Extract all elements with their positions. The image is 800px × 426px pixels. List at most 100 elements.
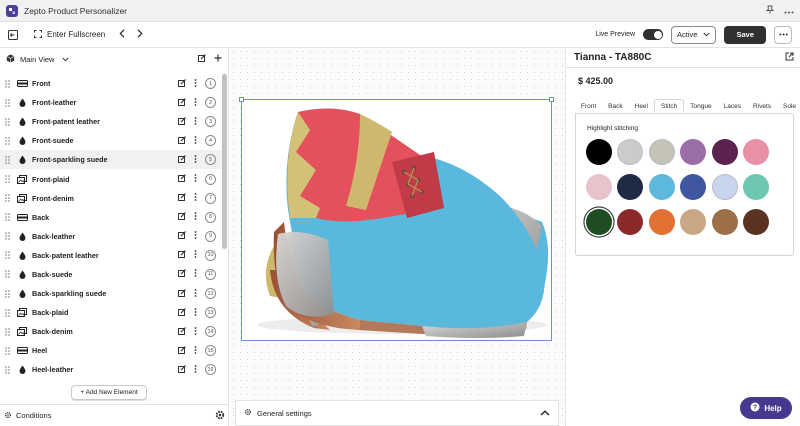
color-swatch[interactable] <box>711 139 738 165</box>
window-more-icon[interactable] <box>784 6 794 16</box>
undo-chevron-left-icon[interactable] <box>119 29 125 40</box>
tab-rivets[interactable]: Rivets <box>747 99 777 113</box>
color-swatch[interactable] <box>742 174 769 200</box>
exit-icon[interactable] <box>8 29 18 40</box>
help-button[interactable]: ? Help <box>740 397 792 419</box>
layer-row[interactable]: Back-patent leather 10 <box>0 246 222 265</box>
drag-handle-icon[interactable] <box>3 327 11 336</box>
more-vertical-icon[interactable] <box>194 212 197 222</box>
more-vertical-icon[interactable] <box>194 307 197 318</box>
drag-handle-icon[interactable] <box>3 194 11 202</box>
general-settings-bar[interactable]: General settings <box>235 400 559 426</box>
edit-icon[interactable] <box>178 212 186 222</box>
layer-row[interactable]: Front-leather 2 <box>0 93 222 112</box>
drag-handle-icon[interactable] <box>3 98 11 107</box>
color-swatch[interactable] <box>680 209 707 235</box>
drag-handle-icon[interactable] <box>3 156 11 164</box>
color-swatch[interactable] <box>617 139 644 165</box>
color-swatch[interactable] <box>617 209 644 235</box>
color-swatch[interactable] <box>742 139 769 165</box>
edit-icon[interactable] <box>178 78 186 89</box>
tab-laces[interactable]: Laces <box>718 99 747 113</box>
edit-icon[interactable] <box>178 154 186 165</box>
layer-row[interactable]: Back-denim 14 <box>0 322 222 341</box>
more-vertical-icon[interactable] <box>194 174 197 184</box>
more-vertical-icon[interactable] <box>194 250 197 260</box>
edit-icon[interactable] <box>178 193 186 203</box>
settings-gear-icon[interactable] <box>215 410 225 422</box>
layer-row[interactable]: Back-leather 9 <box>0 227 222 246</box>
more-vertical-icon[interactable] <box>194 288 197 299</box>
conditions-label[interactable]: Conditions <box>16 411 51 420</box>
tab-heel[interactable]: Heel <box>629 99 654 113</box>
drag-handle-icon[interactable] <box>3 175 11 183</box>
view-selector[interactable]: Main View <box>0 48 228 70</box>
color-swatch[interactable] <box>648 174 675 200</box>
color-swatch[interactable] <box>648 139 675 165</box>
color-swatch[interactable] <box>648 209 675 235</box>
edit-icon[interactable] <box>178 250 186 260</box>
color-swatch[interactable] <box>586 139 612 165</box>
drag-handle-icon[interactable] <box>3 251 11 260</box>
drag-handle-icon[interactable] <box>3 232 11 241</box>
resize-handle[interactable] <box>549 97 554 102</box>
layer-row[interactable]: Back-plaid 13 <box>0 303 222 322</box>
layer-row[interactable]: Front 1 <box>0 74 222 93</box>
redo-chevron-right-icon[interactable] <box>137 29 143 40</box>
tab-back[interactable]: Back <box>602 99 628 113</box>
layer-row[interactable]: Back-suede 11 <box>0 265 222 284</box>
drag-handle-icon[interactable] <box>3 79 11 88</box>
edit-icon[interactable] <box>178 269 186 279</box>
color-swatch[interactable] <box>711 174 738 200</box>
drag-handle-icon[interactable] <box>3 213 11 222</box>
edit-icon[interactable] <box>178 116 186 127</box>
drag-handle-icon[interactable] <box>3 366 11 374</box>
color-swatch[interactable] <box>680 139 707 165</box>
more-actions-button[interactable] <box>774 25 792 44</box>
status-select[interactable]: Active <box>671 25 717 44</box>
live-preview-toggle[interactable] <box>643 29 664 40</box>
more-vertical-icon[interactable] <box>194 326 197 337</box>
more-vertical-icon[interactable] <box>194 135 197 146</box>
more-vertical-icon[interactable] <box>194 116 197 127</box>
layer-row[interactable]: Heel 15 <box>0 341 222 360</box>
enter-fullscreen-button[interactable]: Enter Fullscreen <box>34 29 105 40</box>
tab-stitch[interactable]: Stitch <box>654 99 685 113</box>
more-vertical-icon[interactable] <box>194 193 197 203</box>
more-vertical-icon[interactable] <box>194 78 197 89</box>
layer-list-scrollbar[interactable] <box>222 74 227 249</box>
more-vertical-icon[interactable] <box>194 231 197 241</box>
edit-icon[interactable] <box>178 97 186 108</box>
layer-row[interactable]: Heel-leather 16 <box>0 360 222 379</box>
resize-handle[interactable] <box>239 97 244 102</box>
tab-tongue[interactable]: Tongue <box>684 99 717 113</box>
edit-icon[interactable] <box>178 365 186 375</box>
add-new-element-button[interactable]: + Add New Element <box>71 385 147 400</box>
drag-handle-icon[interactable] <box>3 289 11 298</box>
color-swatch[interactable] <box>617 174 644 200</box>
color-swatch[interactable] <box>586 209 612 235</box>
layer-row[interactable]: Back-sparkling suede 12 <box>0 284 222 303</box>
edit-view-icon[interactable] <box>198 54 206 64</box>
tab-front[interactable]: Front <box>575 99 602 113</box>
pin-icon[interactable] <box>765 5 775 16</box>
edit-icon[interactable] <box>178 174 186 184</box>
tab-sole[interactable]: Sole <box>777 99 800 113</box>
drag-handle-icon[interactable] <box>3 270 11 279</box>
more-vertical-icon[interactable] <box>194 269 197 279</box>
layer-row[interactable]: Front-suede 4 <box>0 131 222 150</box>
drag-handle-icon[interactable] <box>3 137 11 145</box>
color-swatch[interactable] <box>742 209 769 235</box>
edit-icon[interactable] <box>178 135 186 146</box>
more-vertical-icon[interactable] <box>194 155 197 165</box>
drag-handle-icon[interactable] <box>3 308 11 317</box>
more-vertical-icon[interactable] <box>194 345 197 356</box>
layer-row[interactable]: Front-patent leather 3 <box>0 112 222 131</box>
external-link-icon[interactable] <box>785 52 794 63</box>
more-vertical-icon[interactable] <box>194 97 197 108</box>
drag-handle-icon[interactable] <box>3 117 11 126</box>
design-canvas[interactable]: General settings <box>230 48 564 426</box>
color-swatch[interactable] <box>586 174 612 200</box>
more-vertical-icon[interactable] <box>194 365 197 375</box>
color-swatch[interactable] <box>711 209 738 235</box>
